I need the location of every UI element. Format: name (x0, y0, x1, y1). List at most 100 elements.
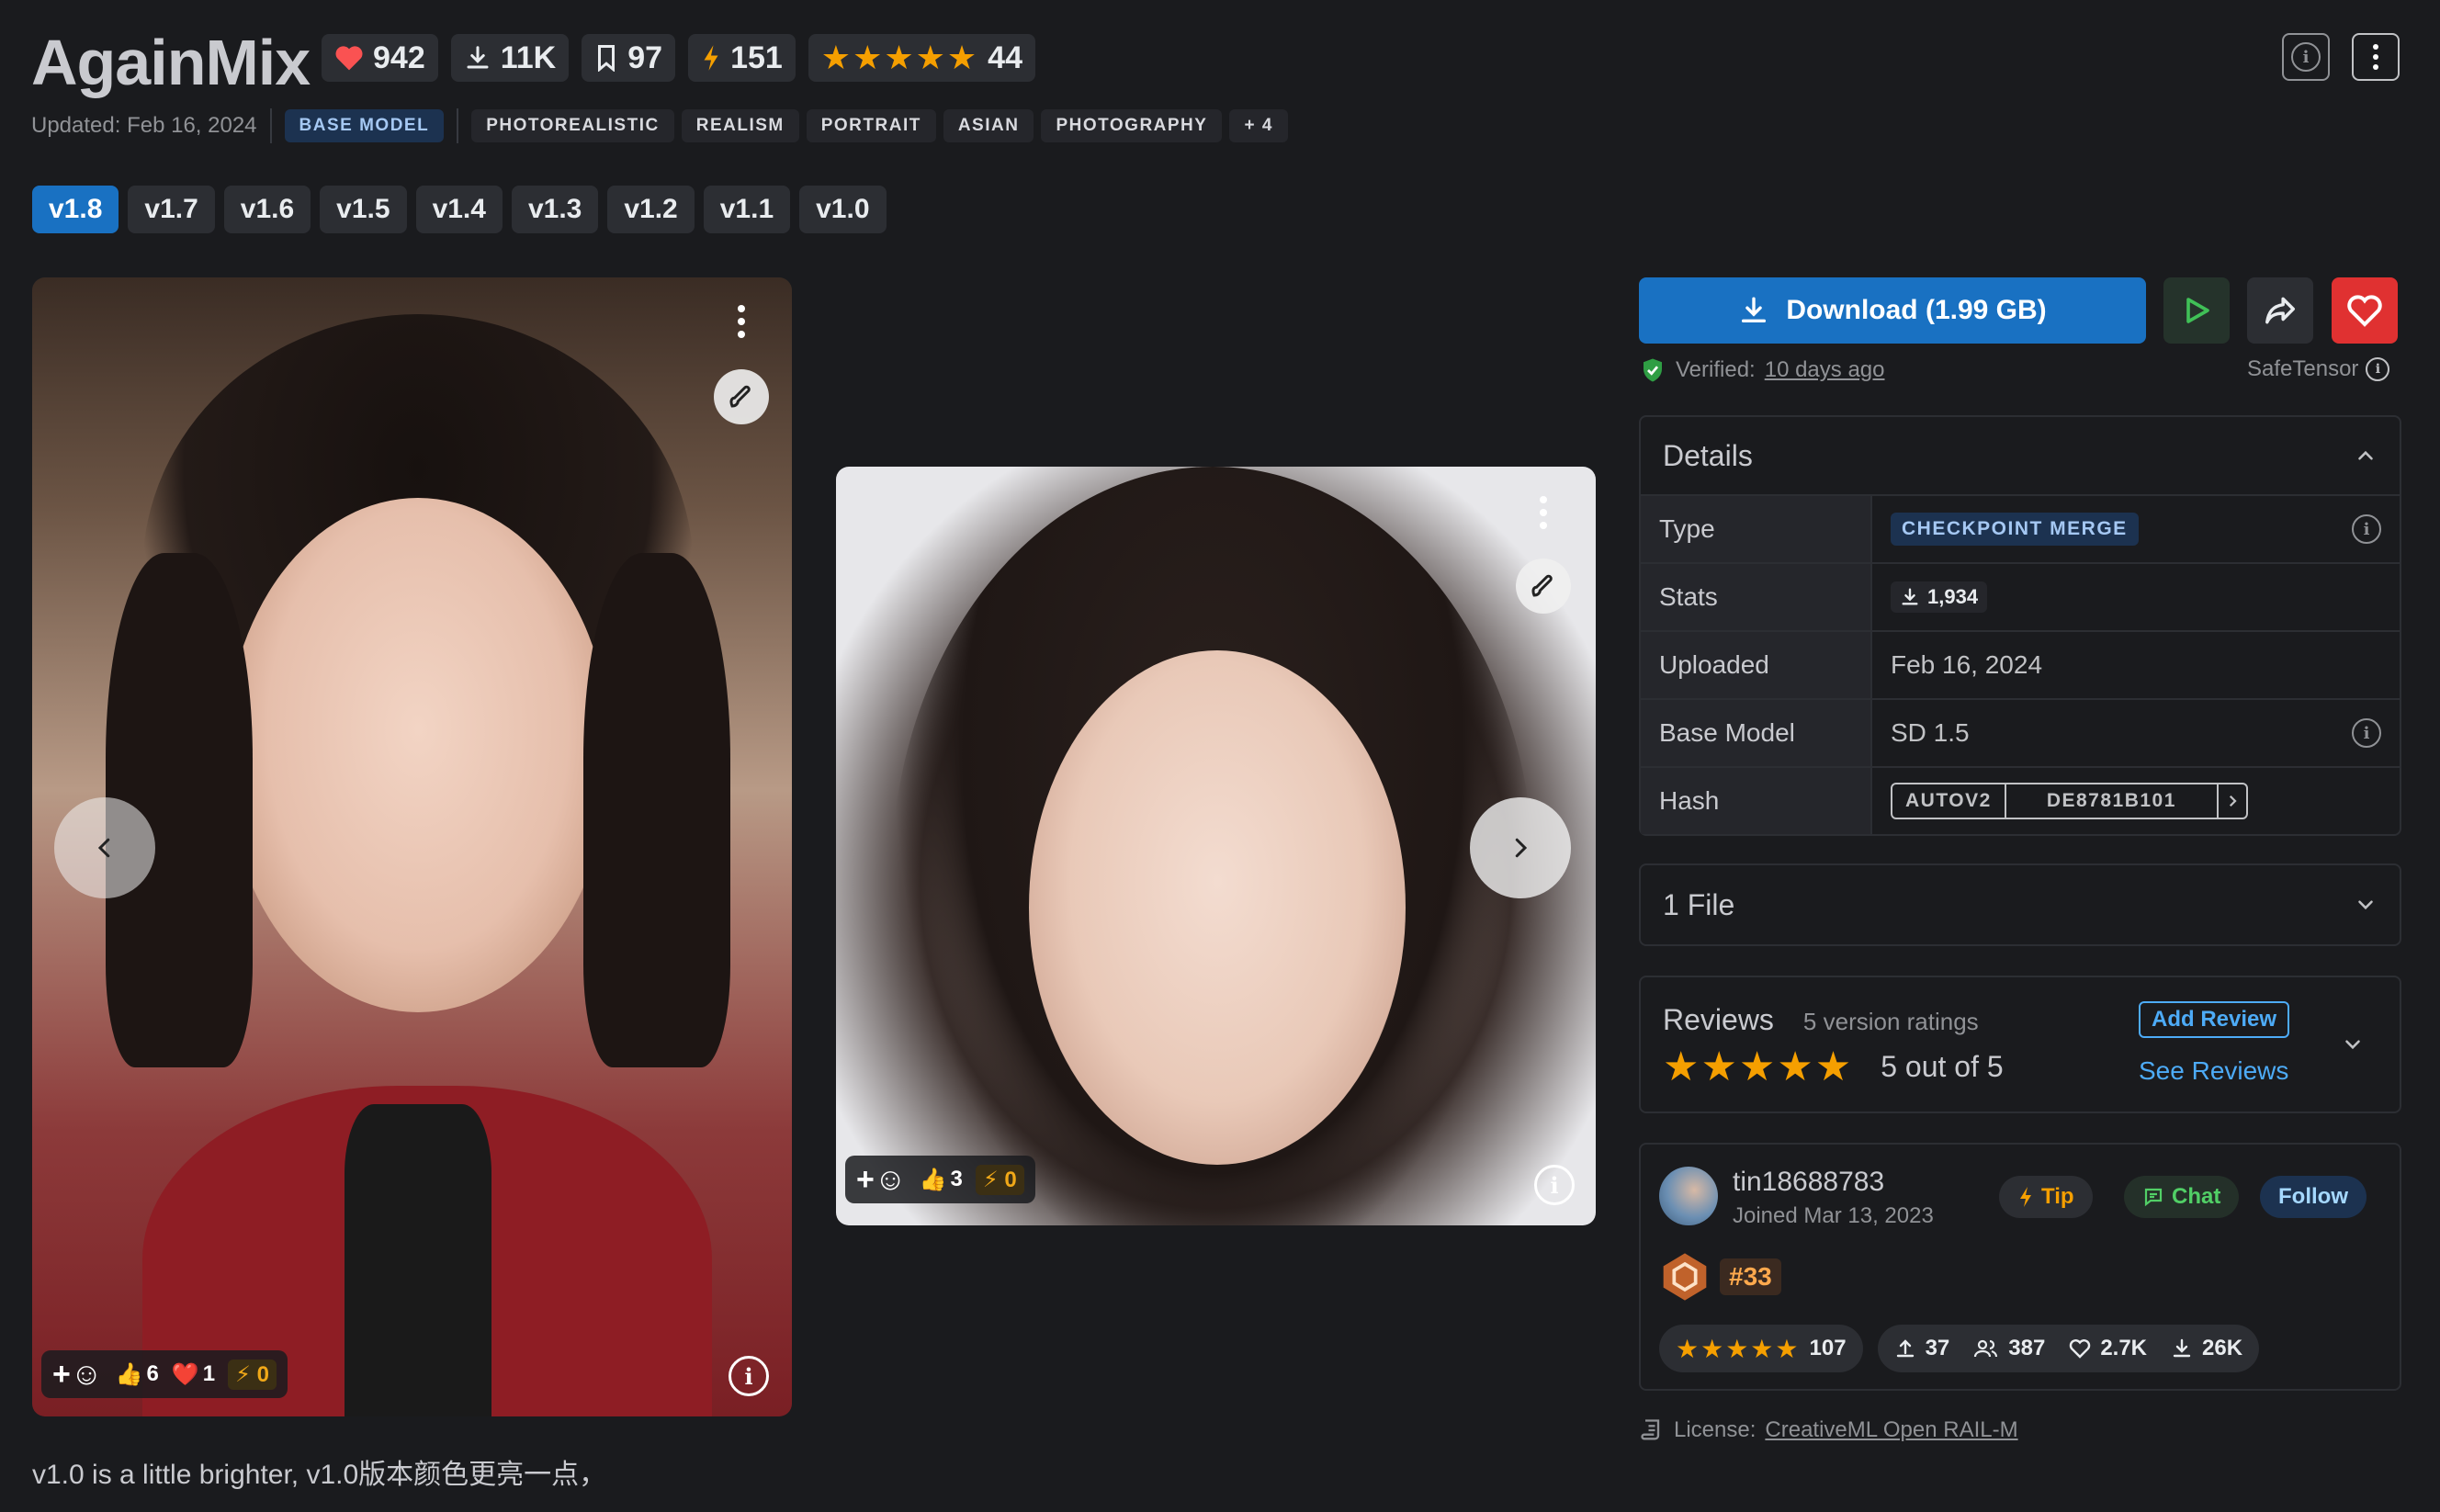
joined-date: Joined Mar 13, 2023 (1733, 1203, 1934, 1228)
chat-button[interactable]: Chat (2124, 1176, 2240, 1218)
version-tab-v1-8[interactable]: v1.8 (32, 186, 119, 233)
tag-realism[interactable]: REALISM (681, 109, 799, 142)
follow-button[interactable]: Follow (2260, 1176, 2367, 1218)
license-link[interactable]: CreativeML Open RAIL-M (1765, 1417, 2017, 1443)
play-icon (2186, 298, 2209, 323)
image-info-button[interactable]: i (729, 1356, 769, 1396)
more-options-button[interactable] (2352, 33, 2400, 81)
shield-check-icon (1644, 358, 1662, 382)
reviews-panel: Reviews 5 version ratings ★★★★★ 5 out of… (1639, 976, 2401, 1113)
buzz-reaction[interactable]: ⚡ 0 (975, 1164, 1024, 1195)
tip-button[interactable]: Tip (1999, 1176, 2093, 1218)
prev-image-button[interactable] (54, 797, 155, 898)
bookmarks-stat[interactable]: 97 (582, 34, 676, 82)
share-button[interactable] (2247, 277, 2313, 344)
tag-photorealistic[interactable]: PHOTOREALISTIC (471, 109, 674, 142)
rank-badge[interactable]: #33 (1659, 1251, 1781, 1303)
bolt-icon (701, 44, 721, 72)
buzz-stat[interactable]: 151 (688, 34, 796, 82)
verified-row: Verified: 10 days ago (1639, 356, 1885, 384)
rating-stat[interactable]: ★★★★★ 44 (808, 34, 1035, 82)
version-tab-v1-1[interactable]: v1.1 (703, 186, 791, 233)
avatar[interactable] (1659, 1167, 1718, 1225)
tag-portrait[interactable]: PORTRAIT (806, 109, 936, 142)
files-panel[interactable]: 1 File (1639, 863, 2401, 946)
creator-stats: ★★★★★ 107 37 387 2.7K 26K (1659, 1325, 2260, 1372)
gallery-image-2[interactable]: +☺ 👍 3 ⚡ 0 i (836, 467, 1596, 1225)
face-shape (1029, 650, 1406, 1165)
details-header[interactable]: Details (1641, 417, 2400, 494)
reaction-bar: +☺ 👍 3 ⚡ 0 (845, 1156, 1035, 1203)
verified-date-link[interactable]: 10 days ago (1765, 357, 1885, 383)
gallery-image-1[interactable]: +☺ 👍 6 ❤️ 1 ⚡ 0 i (32, 277, 792, 1416)
info-icon: i (2291, 42, 2321, 72)
bolt-icon (2020, 1187, 2031, 1207)
heart-reaction-icon[interactable]: ❤️ (172, 1361, 199, 1388)
hash-next-button[interactable] (2216, 784, 2246, 818)
users-icon (1974, 1339, 1998, 1358)
table-row: Uploaded Feb 16, 2024 (1641, 630, 2400, 699)
add-review-button[interactable]: Add Review (2139, 1001, 2290, 1038)
rating-stars: ★★★★★ (820, 39, 979, 76)
upload-icon (1896, 1339, 1914, 1358)
add-reaction-icon[interactable]: +☺ (856, 1162, 907, 1198)
table-row: Stats 1,934 (1641, 562, 2400, 631)
chevron-up-icon (2358, 450, 2373, 460)
downloads-stat: 11K (450, 34, 570, 82)
heart-icon (2347, 295, 2382, 327)
hash-display[interactable]: AUTOV2 DE8781B101 (1891, 783, 2248, 819)
downloads-count-badge: 1,934 (1891, 581, 1988, 613)
face-shape (225, 498, 611, 1012)
hash-value[interactable]: DE8781B101 (2004, 784, 2217, 818)
download-icon (1902, 588, 1918, 605)
thumbs-up-icon[interactable]: 👍 (116, 1361, 143, 1388)
info-icon: i (729, 1356, 769, 1396)
license-icon (1641, 1419, 1660, 1440)
base-model-tag[interactable]: BASE MODEL (284, 109, 445, 142)
info-icon[interactable]: i (2352, 514, 2381, 544)
thumbs-up-icon[interactable]: 👍 (920, 1167, 947, 1193)
download-icon (1742, 297, 1767, 323)
model-stats: 942 11K 97 151 ★★★★★ 44 (322, 34, 1035, 82)
image-menu-icon[interactable] (1540, 496, 1547, 529)
version-tab-v1-5[interactable]: v1.5 (320, 186, 407, 233)
tag-asian[interactable]: ASIAN (943, 109, 1034, 142)
heart-icon (334, 44, 364, 72)
run-button[interactable] (2163, 277, 2230, 344)
likes-stat[interactable]: 942 (322, 34, 438, 82)
download-icon (2173, 1338, 2191, 1358)
version-tab-v1-3[interactable]: v1.3 (511, 186, 599, 233)
creator-name[interactable]: tin18688783 (1733, 1167, 1884, 1198)
add-reaction-icon[interactable]: +☺ (52, 1357, 103, 1393)
version-tab-v1-6[interactable]: v1.6 (223, 186, 311, 233)
share-icon (2265, 297, 2295, 324)
version-tab-v1-4[interactable]: v1.4 (415, 186, 503, 233)
creator-counts: 37 387 2.7K 26K (1877, 1325, 2260, 1372)
table-row: Base Model SD 1.5 i (1641, 698, 2400, 767)
image-info-button[interactable]: i (1534, 1165, 1575, 1205)
info-button[interactable]: i (2282, 33, 2330, 81)
tag-photography[interactable]: PHOTOGRAPHY (1041, 109, 1223, 142)
remix-button[interactable] (1516, 559, 1571, 614)
download-button[interactable]: Download (1.99 GB) (1639, 277, 2146, 344)
license-row: License: CreativeML Open RAIL-M (1639, 1417, 2018, 1443)
chevron-down-icon[interactable] (2341, 1032, 2365, 1056)
chevron-down-icon (2358, 900, 2373, 910)
version-tab-v1-2[interactable]: v1.2 (607, 186, 695, 233)
info-icon[interactable]: i (2352, 718, 2381, 748)
next-image-button[interactable] (1470, 797, 1571, 898)
favorite-button[interactable] (2332, 277, 2398, 344)
info-icon[interactable]: i (2366, 357, 2390, 381)
see-reviews-link[interactable]: See Reviews (2139, 1056, 2288, 1086)
version-tab-v1-0[interactable]: v1.0 (799, 186, 887, 233)
buzz-reaction[interactable]: ⚡ 0 (228, 1359, 277, 1390)
download-icon (464, 44, 491, 72)
version-tab-v1-7[interactable]: v1.7 (128, 186, 215, 233)
chevron-left-icon (97, 838, 110, 858)
image-menu-icon[interactable] (738, 305, 745, 338)
hash-type-selector[interactable]: AUTOV2 (1892, 784, 2005, 818)
more-tags-button[interactable]: + 4 (1229, 109, 1288, 142)
divider (269, 108, 272, 143)
kebab-icon (2373, 44, 2378, 70)
remix-button[interactable] (714, 369, 769, 424)
